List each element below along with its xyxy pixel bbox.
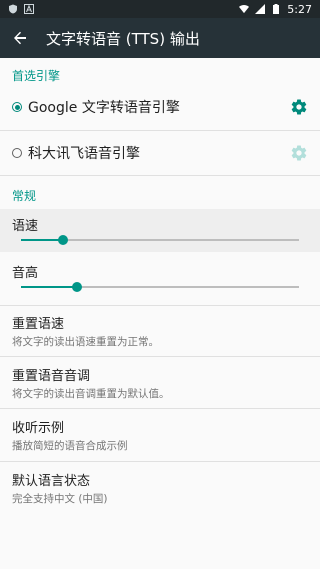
- engine-option-google[interactable]: Google 文字转语音引擎: [0, 84, 320, 131]
- radio-button-selected[interactable]: [12, 102, 22, 112]
- engine-label-iflytek: 科大讯飞语音引擎: [28, 146, 140, 162]
- item-summary: 将文字的读出语速重置为正常。: [12, 336, 159, 348]
- gear-icon[interactable]: [290, 144, 308, 162]
- engine-option-iflytek[interactable]: 科大讯飞语音引擎: [0, 131, 320, 176]
- pitch-slider[interactable]: [21, 282, 299, 292]
- item-summary: 完全支持中文 (中国): [12, 493, 108, 505]
- item-summary: 将文字的读出音调重置为默认值。: [12, 387, 170, 400]
- default-language-status-item[interactable]: 默认语言状态 完全支持中文 (中国): [0, 462, 320, 514]
- pitch-setting: 音高: [0, 256, 320, 299]
- item-summary: 播放简短的语音合成示例: [12, 440, 128, 452]
- speech-rate-setting: 语速: [0, 209, 320, 252]
- section-title-general: 常规: [12, 189, 37, 203]
- app-toolbar: 文字转语音 (TTS) 输出: [0, 18, 320, 58]
- listen-example-item[interactable]: 收听示例 播放简短的语音合成示例: [0, 409, 320, 462]
- slider-thumb[interactable]: [57, 235, 68, 245]
- slider-fill: [21, 239, 63, 241]
- page-title: 文字转语音 (TTS) 输出: [46, 29, 200, 48]
- arrow-left-icon: [14, 31, 26, 45]
- signal-icon: [255, 4, 266, 14]
- pitch-label: 音高: [12, 266, 39, 281]
- notification-a-icon: [24, 4, 34, 14]
- reset-pitch-item[interactable]: 重置语音音调 将文字的读出音调重置为默认值。: [0, 357, 320, 409]
- battery-icon: [271, 4, 281, 14]
- radio-button-unselected[interactable]: [12, 148, 22, 158]
- engine-label-google: Google 文字转语音引擎: [28, 100, 180, 116]
- back-button[interactable]: [0, 18, 40, 58]
- speech-rate-label: 语速: [12, 219, 39, 234]
- reset-speech-rate-item[interactable]: 重置语速 将文字的读出语速重置为正常。: [0, 306, 320, 357]
- speech-rate-slider[interactable]: [21, 235, 299, 245]
- status-bar: 5:27: [0, 0, 320, 18]
- wifi-icon: [239, 4, 250, 14]
- item-title: 收听示例: [12, 421, 65, 436]
- item-title: 重置语音音调: [12, 368, 91, 384]
- item-title: 重置语速: [12, 317, 65, 332]
- shield-icon: [8, 4, 18, 14]
- slider-fill: [21, 286, 77, 288]
- status-time: 5:27: [287, 2, 312, 16]
- section-title-preferred-engine: 首选引擎: [12, 69, 61, 83]
- gear-icon[interactable]: [290, 98, 308, 116]
- slider-thumb[interactable]: [71, 282, 82, 292]
- item-title: 默认语言状态: [12, 474, 91, 489]
